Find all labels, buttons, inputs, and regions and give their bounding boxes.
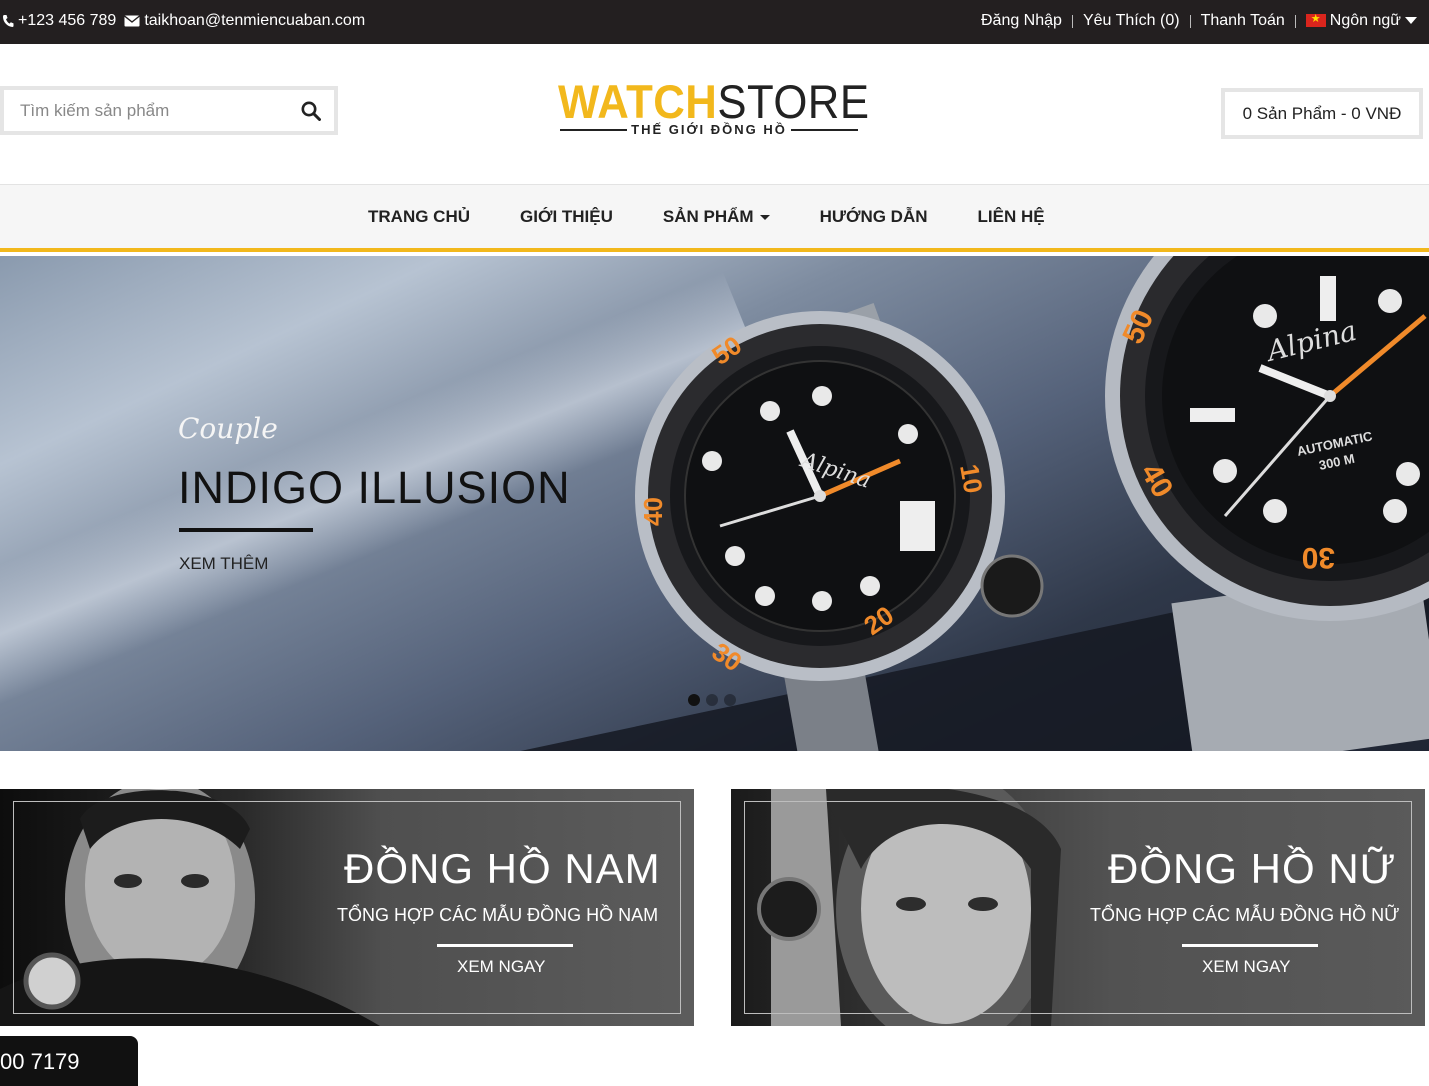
divider [1071,14,1073,28]
hero-slider: 50 10 20 30 40 Alpina 50 40 30 Alpina AU… [0,256,1429,751]
svg-text:30: 30 [1302,541,1335,574]
logo-tagline-text: THẾ GIỚI ĐỒNG HỒ [631,122,787,137]
search-box [0,86,338,135]
banner-women-watches[interactable]: ĐỒNG HỒ NỮ TỔNG HỢP CÁC MẪU ĐỒNG HỒ NỮ X… [731,789,1425,1026]
phone-icon [2,14,14,28]
envelope-icon [124,15,141,27]
nav-item-guide[interactable]: HƯỚNG DẪN [795,207,953,227]
search-input[interactable] [4,90,288,131]
site-logo[interactable]: WATCHSTORE THẾ GIỚI ĐỒNG HỒ [558,75,869,142]
top-links: Đăng Nhập Yêu Thích (0) Thanh Toán Ngôn … [981,12,1417,30]
email-address[interactable]: taikhoan@tenmiencuaban.com [144,12,365,30]
contact-info: +123 456 789 taikhoan@tenmiencuaban.com [2,12,365,30]
language-label: Ngôn ngữ [1329,12,1401,29]
language-dropdown[interactable]: Ngôn ngữ [1305,12,1417,30]
banner-men-watches[interactable]: ĐỒNG HỒ NAM TỔNG HỢP CÁC MẪU ĐỒNG HỒ NAM… [0,789,694,1026]
cart-button[interactable]: 0 Sản Phẩm - 0 VNĐ [1221,88,1423,139]
caret-down-icon [1405,17,1417,25]
banner-women-subtitle: TỔNG HỢP CÁC MẪU ĐỒNG HỒ NỮ [1090,905,1400,925]
search-button[interactable] [288,90,334,131]
hero-title: INDIGO ILLUSION [178,462,571,513]
nav-item-contact[interactable]: LIÊN HỆ [953,207,1070,227]
vietnam-flag-icon [1305,12,1326,28]
nav-item-home[interactable]: TRANG CHỦ [343,207,495,227]
top-bar: +123 456 789 taikhoan@tenmiencuaban.com … [0,0,1429,44]
banner-men-title: ĐỒNG HỒ NAM [344,845,661,892]
hero-more-link[interactable]: XEM THÊM [179,554,268,574]
banner-divider [1182,944,1318,947]
nav-products-label: SẢN PHẨM [662,207,754,226]
banner-men-cta[interactable]: XEM NGAY [457,957,545,977]
hero-script-text: Couple [178,412,278,445]
svg-text:10: 10 [954,462,989,496]
nav-item-products[interactable]: SẢN PHẨM [638,207,795,227]
login-link[interactable]: Đăng Nhập [981,12,1062,30]
checkout-link[interactable]: Thanh Toán [1201,12,1285,30]
divider [1189,14,1191,28]
slider-dot-2[interactable] [706,694,718,706]
nav-item-about[interactable]: GIỚI THIỆU [495,207,638,227]
banner-divider [437,944,573,947]
search-icon [301,101,321,121]
hotline-button[interactable]: 00 7179 [0,1036,138,1086]
banner-women-cta[interactable]: XEM NGAY [1202,957,1290,977]
hero-divider [179,528,313,532]
banner-men-subtitle: TỔNG HỢP CÁC MẪU ĐỒNG HỒ NAM [337,905,659,925]
phone-number[interactable]: +123 456 789 [18,12,116,30]
banner-women-title: ĐỒNG HỒ NỮ [1108,845,1397,892]
caret-down-icon [759,215,770,221]
slider-dot-1[interactable] [688,694,700,706]
svg-text:40: 40 [638,497,668,526]
logo-part-watch: WATCH [558,75,718,128]
main-nav: TRANG CHỦ GIỚI THIỆU SẢN PHẨM HƯỚNG DẪN … [0,184,1429,252]
slider-dot-3[interactable] [724,694,736,706]
wishlist-link[interactable]: Yêu Thích (0) [1083,12,1180,30]
divider [1294,14,1296,28]
logo-part-store: STORE [717,75,870,128]
logo-tagline: THẾ GIỚI ĐỒNG HỒ [560,122,859,137]
slider-dots [688,694,736,706]
